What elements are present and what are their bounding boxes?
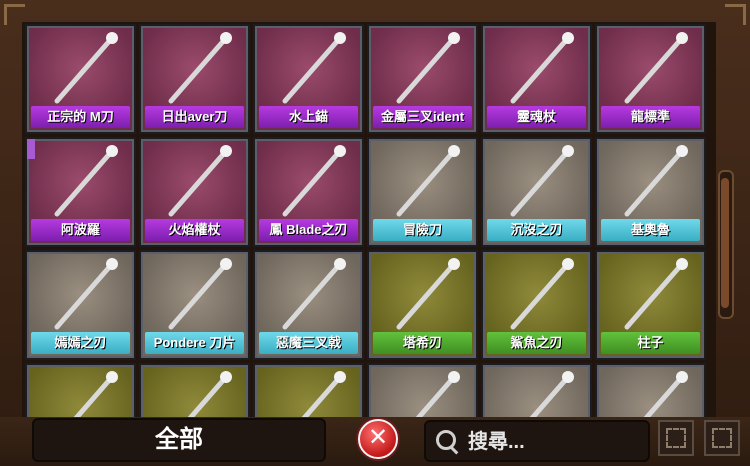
weapon-name: 嫣嫣之刃 <box>31 332 130 354</box>
shuffle-icon <box>712 428 732 448</box>
weapon-card[interactable]: 柱子 <box>595 250 706 360</box>
weapon-card[interactable]: 基奧魯 <box>595 137 706 247</box>
frame-corner <box>725 4 746 25</box>
weapon-icon <box>624 258 688 330</box>
weapon-icon <box>282 258 346 330</box>
weapon-name: 阿波羅 <box>31 219 130 241</box>
weapon-name: 鳳 Blade之刃 <box>259 219 358 241</box>
weapon-icon <box>301 371 346 417</box>
weapon-card[interactable]: 龍標準 <box>595 24 706 134</box>
weapon-name: 惡魔三叉戟 <box>259 332 358 354</box>
weapon-icon <box>510 145 574 217</box>
expand-view-button[interactable] <box>658 420 694 456</box>
weapon-name: 金屬三叉ident <box>373 106 472 128</box>
weapon-icon <box>624 32 688 104</box>
weapon-name: 正宗的 M刀 <box>31 106 130 128</box>
weapon-icon <box>168 145 232 217</box>
card-tab <box>27 139 35 159</box>
weapon-icon <box>282 32 346 104</box>
weapon-icon <box>168 32 232 104</box>
weapon-name: 冒險刀 <box>373 219 472 241</box>
weapon-card[interactable]: 金屬三叉ident <box>367 24 478 134</box>
inventory-frame: 正宗的 M刀 日出aver刀 水上錨 金屬三叉ident 靈魂杖 龍標準阿波羅 火焰權杖鳳 … <box>0 0 750 466</box>
close-icon: ✕ <box>367 424 389 451</box>
weapon-card[interactable] <box>139 363 250 417</box>
weapon-name: 水上錨 <box>259 106 358 128</box>
weapon-name: 基奧魯 <box>601 219 700 241</box>
weapon-card[interactable] <box>253 363 364 417</box>
weapon-icon <box>54 258 118 330</box>
weapon-name: 靈魂杖 <box>487 106 586 128</box>
weapon-name: 沉沒之刃 <box>487 219 586 241</box>
weapon-card[interactable]: 沉沒之刃 <box>481 137 592 247</box>
weapon-name: 塔希刃 <box>373 332 472 354</box>
weapon-grid: 正宗的 M刀 日出aver刀 水上錨 金屬三叉ident 靈魂杖 龍標準阿波羅 火焰權杖鳳 … <box>22 22 709 417</box>
weapon-name: Pondere 刀片 <box>145 332 244 354</box>
weapon-card[interactable]: 鳳 Blade之刃 <box>253 137 364 247</box>
weapon-icon <box>168 258 232 330</box>
weapon-icon <box>510 258 574 330</box>
category-filter-button[interactable]: 全部 <box>32 418 326 462</box>
weapon-icon <box>396 145 460 217</box>
weapon-card[interactable]: 火焰權杖 <box>139 137 250 247</box>
weapon-card[interactable]: 靈魂杖 <box>481 24 592 134</box>
weapon-icon <box>282 145 346 217</box>
weapon-icon <box>54 145 118 217</box>
weapon-icon <box>396 258 460 330</box>
weapon-card[interactable] <box>367 363 478 417</box>
weapon-card[interactable]: 冒險刀 <box>367 137 478 247</box>
weapon-card[interactable]: 正宗的 M刀 <box>25 24 136 134</box>
weapon-card[interactable]: 水上錨 <box>253 24 364 134</box>
weapon-icon <box>73 371 118 417</box>
weapon-icon <box>624 145 688 217</box>
weapon-icon <box>510 32 574 104</box>
scrollbar-thumb[interactable] <box>721 178 729 308</box>
weapon-card[interactable]: 惡魔三叉戟 <box>253 250 364 360</box>
clear-filter-button[interactable]: ✕ <box>358 419 398 459</box>
shuffle-button[interactable] <box>704 420 740 456</box>
weapon-card[interactable]: 嫣嫣之刃 <box>25 250 136 360</box>
weapon-name: 鯊魚之刃 <box>487 332 586 354</box>
items-panel: 正宗的 M刀 日出aver刀 水上錨 金屬三叉ident 靈魂杖 龍標準阿波羅 火焰權杖鳳 … <box>22 22 716 417</box>
weapon-card[interactable]: 阿波羅 <box>25 137 136 247</box>
scrollbar[interactable] <box>718 170 734 319</box>
weapon-card[interactable]: 鯊魚之刃 <box>481 250 592 360</box>
weapon-card[interactable] <box>25 363 136 417</box>
search-icon <box>436 430 456 450</box>
search-input[interactable] <box>466 422 640 462</box>
weapon-icon <box>187 371 232 417</box>
weapon-card[interactable]: Pondere 刀片 <box>139 250 250 360</box>
expand-icon <box>666 428 686 448</box>
weapon-name: 柱子 <box>601 332 700 354</box>
weapon-icon <box>54 32 118 104</box>
weapon-card[interactable] <box>481 363 592 417</box>
weapon-icon <box>529 371 574 417</box>
weapon-name: 火焰權杖 <box>145 219 244 241</box>
search-box[interactable] <box>424 420 650 462</box>
weapon-card[interactable] <box>595 363 706 417</box>
weapon-card[interactable]: 塔希刃 <box>367 250 478 360</box>
weapon-icon <box>396 32 460 104</box>
weapon-name: 日出aver刀 <box>145 106 244 128</box>
weapon-icon <box>415 371 460 417</box>
weapon-card[interactable]: 日出aver刀 <box>139 24 250 134</box>
weapon-icon <box>643 371 688 417</box>
weapon-name: 龍標準 <box>601 106 700 128</box>
